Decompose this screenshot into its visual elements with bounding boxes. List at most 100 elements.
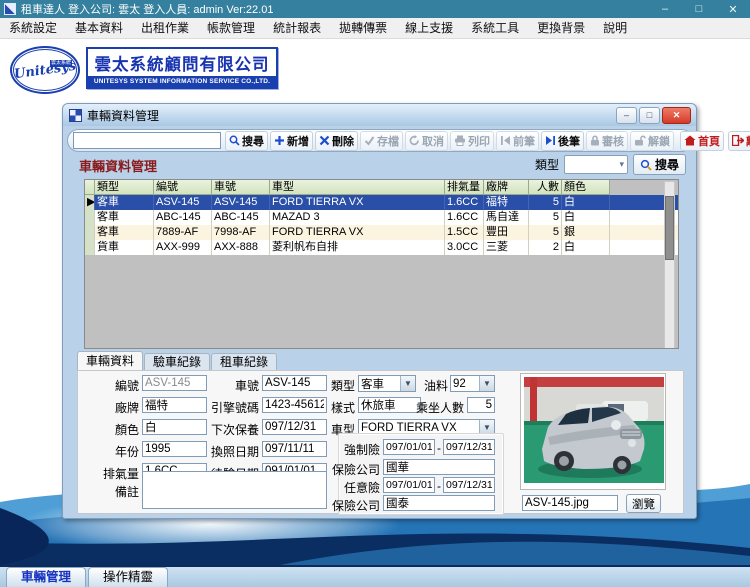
fuel-label: 油料 bbox=[423, 379, 448, 393]
exit-button[interactable]: 離開 bbox=[728, 130, 750, 151]
mdi-titlebar[interactable]: 車輛資料管理 – □ ✕ bbox=[63, 104, 696, 126]
menu-item-change-background[interactable]: 更換背景 bbox=[528, 18, 594, 38]
vehicle-grid: 類型 編號 車號 車型 排氣量 廠牌 人數 顏色 ▶ 客車 ASV-145 AS… bbox=[84, 179, 679, 349]
optional-from-field[interactable] bbox=[383, 477, 435, 493]
home-icon bbox=[684, 135, 696, 146]
print-button[interactable]: 列印 bbox=[450, 130, 494, 151]
os-titlebar: 租車達人 登入公司: 雲太 登入人員: admin Ver:22.01 – □ … bbox=[0, 0, 750, 18]
add-button[interactable]: 新增 bbox=[270, 130, 313, 151]
minimize-icon[interactable]: – bbox=[648, 0, 682, 18]
browse-button[interactable]: 瀏覽 bbox=[626, 494, 661, 513]
type-filter-select[interactable]: ▾ bbox=[563, 155, 628, 174]
search-icon bbox=[640, 159, 652, 171]
menu-item-basic-data[interactable]: 基本資料 bbox=[66, 18, 132, 38]
cancel-button[interactable]: 取消 bbox=[405, 130, 448, 151]
menu-item-rental-ops[interactable]: 出租作業 bbox=[132, 18, 198, 38]
tab-vehicle-data[interactable]: 車輛資料 bbox=[77, 351, 144, 370]
delete-button[interactable]: 刪除 bbox=[315, 130, 358, 151]
date-separator: - bbox=[437, 441, 441, 455]
previous-record-button[interactable]: 前筆 bbox=[496, 130, 539, 151]
scrollbar-thumb[interactable] bbox=[665, 196, 674, 260]
code-field[interactable] bbox=[142, 375, 207, 391]
menu-item-help[interactable]: 說明 bbox=[594, 18, 636, 38]
chevron-down-icon: ▼ bbox=[479, 376, 494, 391]
remark-field[interactable] bbox=[142, 471, 327, 509]
compulsory-from-field[interactable] bbox=[383, 439, 435, 455]
license-renew-field[interactable] bbox=[262, 441, 327, 457]
color-field[interactable] bbox=[142, 419, 207, 435]
next-icon bbox=[545, 135, 556, 146]
table-row[interactable]: 貨車 AXX-999 AXX-888 菱利帆布自排 3.0CC 三菱 2 白 bbox=[85, 240, 678, 255]
menu-item-billing[interactable]: 帳款管理 bbox=[198, 18, 264, 38]
remark-label: 備註 bbox=[114, 485, 139, 499]
col-type[interactable]: 類型 bbox=[95, 180, 154, 195]
page-title: 車輛資料管理 bbox=[79, 159, 158, 174]
table-row[interactable]: 客車 7889-AF 7998-AF FORD TIERRA VX 1.5CC … bbox=[85, 225, 678, 240]
brand-field[interactable] bbox=[142, 397, 207, 413]
task-tab-vehicle-management[interactable]: 車輛管理 bbox=[6, 567, 87, 587]
insurance-company1-field[interactable] bbox=[383, 459, 495, 475]
mdi-close-icon[interactable]: ✕ bbox=[662, 106, 691, 124]
vertical-scrollbar[interactable] bbox=[664, 181, 675, 348]
engine-no-label: 引擎號碼 bbox=[210, 401, 259, 415]
home-button[interactable]: 首頁 bbox=[680, 130, 724, 151]
table-row[interactable]: ▶ 客車 ASV-145 ASV-145 FORD TIERRA VX 1.6C… bbox=[85, 195, 678, 210]
mdi-window-icon bbox=[69, 108, 82, 122]
lock-icon bbox=[590, 135, 600, 146]
vehicle-form: 編號 車號 類型 客車▼ 油料 92▼ 廠牌 引擎號碼 樣式 乘坐人數 顏色 bbox=[77, 370, 684, 515]
col-brand[interactable]: 廠牌 bbox=[484, 180, 529, 195]
mdi-minimize-icon[interactable]: – bbox=[616, 106, 637, 124]
maximize-icon[interactable]: □ bbox=[682, 0, 716, 18]
search-icon bbox=[229, 135, 240, 146]
company-name-zh: 雲太系統顧問有限公司 bbox=[94, 56, 270, 74]
logo-badge: 雲太系統 bbox=[49, 60, 72, 67]
unlock-icon bbox=[634, 135, 646, 146]
col-displacement[interactable]: 排氣量 bbox=[445, 180, 484, 195]
check-icon bbox=[364, 135, 375, 146]
next-record-button[interactable]: 後筆 bbox=[541, 130, 584, 151]
chevron-down-icon: ▾ bbox=[619, 159, 624, 169]
insurance-company2-label: 保險公司 bbox=[331, 499, 380, 513]
filter-search-button[interactable]: 搜尋 bbox=[632, 154, 686, 175]
tab-rental-history[interactable]: 租車紀錄 bbox=[211, 353, 278, 370]
optional-to-field[interactable] bbox=[443, 477, 495, 493]
menu-item-reports[interactable]: 統計報表 bbox=[264, 18, 330, 38]
insurance-company1-label: 保險公司 bbox=[331, 463, 380, 477]
date-separator: - bbox=[437, 479, 441, 493]
menu-item-online-support[interactable]: 線上支援 bbox=[396, 18, 462, 38]
toolbar-search-input[interactable] bbox=[73, 132, 221, 149]
col-code[interactable]: 編號 bbox=[154, 180, 212, 195]
col-plate[interactable]: 車號 bbox=[212, 180, 270, 195]
col-model[interactable]: 車型 bbox=[270, 180, 445, 195]
year-field[interactable] bbox=[142, 441, 207, 457]
compulsory-to-field[interactable] bbox=[443, 439, 495, 455]
seats-field[interactable] bbox=[467, 397, 495, 413]
color-label: 顏色 bbox=[114, 423, 139, 437]
approve-button[interactable]: 審核 bbox=[586, 130, 628, 151]
search-button[interactable]: 搜尋 bbox=[225, 130, 268, 151]
photo-filename-field[interactable] bbox=[522, 495, 618, 511]
mdi-maximize-icon[interactable]: □ bbox=[639, 106, 660, 124]
task-tab-operation-wizard[interactable]: 操作精靈 bbox=[88, 567, 169, 587]
col-color[interactable]: 顏色 bbox=[562, 180, 610, 195]
save-button[interactable]: 存檔 bbox=[360, 130, 403, 151]
plus-icon bbox=[274, 135, 285, 146]
menu-item-system-tools[interactable]: 系統工具 bbox=[462, 18, 528, 38]
col-seats[interactable]: 人數 bbox=[529, 180, 562, 195]
menu-item-vouchers[interactable]: 拋轉傳票 bbox=[330, 18, 396, 38]
company-name-en: UNITESYS SYSTEM INFORMATION SERVICE CO.,… bbox=[88, 76, 276, 87]
type-select[interactable]: 客車 ▼ bbox=[358, 375, 416, 392]
menu-bar: 系統設定 基本資料 出租作業 帳款管理 統計報表 拋轉傳票 線上支援 系統工具 … bbox=[0, 18, 750, 39]
insurance-company2-field[interactable] bbox=[383, 495, 495, 511]
tab-inspection-history[interactable]: 驗車紀錄 bbox=[144, 353, 211, 370]
unlock-button[interactable]: 解鎖 bbox=[630, 130, 674, 151]
optional-insurance-label: 任意險 bbox=[343, 481, 380, 495]
window-title-text: 租車達人 登入公司: 雲太 登入人員: admin Ver:22.01 bbox=[21, 4, 274, 16]
next-service-label: 下次保養 bbox=[210, 423, 259, 437]
close-icon[interactable]: ✕ bbox=[716, 0, 750, 18]
menu-item-system-settings[interactable]: 系統設定 bbox=[0, 18, 66, 38]
chevron-down-icon: ▼ bbox=[400, 376, 415, 391]
table-row[interactable]: 客車 ABC-145 ABC-145 MAZAD 3 1.6CC 馬自達 5 白 bbox=[85, 210, 678, 225]
style-field[interactable] bbox=[358, 397, 421, 413]
fuel-select[interactable]: 92 ▼ bbox=[450, 375, 495, 392]
